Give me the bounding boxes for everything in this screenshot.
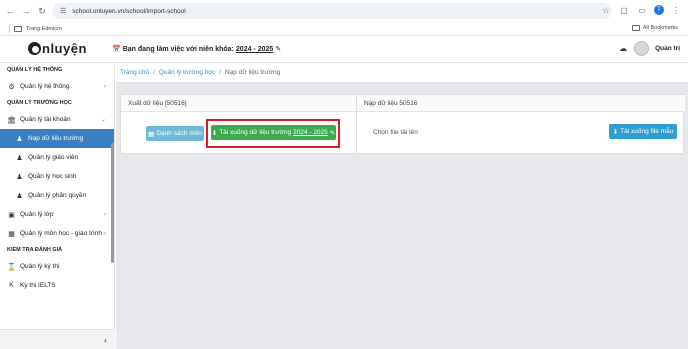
sidebar-item-label: Quản lý kỳ thi xyxy=(20,263,60,270)
edit-icon: ✎ xyxy=(329,129,336,137)
forward-icon[interactable]: → xyxy=(20,5,32,17)
collapse-sidebar-icon[interactable]: ‹ xyxy=(104,335,107,345)
download-template-label: Tải xuống file mẫu xyxy=(620,128,674,135)
users-icon: ♟ xyxy=(16,173,23,181)
sidebar-item-exams[interactable]: ⌛ Quản lý kỳ thi xyxy=(0,257,114,276)
tab-icon[interactable]: ▭ xyxy=(636,4,648,16)
data-card: Xuất dữ liệu [50516] Nạp dữ liệu 50516 ▦… xyxy=(120,94,685,154)
sidebar-item-label: Quản lý giáo viên xyxy=(28,154,79,161)
sidebar-item-classes[interactable]: ▣ Quản lý lớp ‹ xyxy=(0,205,114,224)
sidebar-item-label: Quản lý hệ thống xyxy=(20,83,70,90)
download-school-data-button[interactable]: ⬇ Tải xuống dữ liệu trường 2024 - 2025 ✎ xyxy=(211,125,336,140)
cloud-download-icon[interactable]: ☁ xyxy=(618,44,628,53)
school-year-label: Bạn đang làm việc với niên khóa: xyxy=(122,45,234,53)
sidebar-item-label: Kỳ thi IELTS xyxy=(20,282,56,289)
profile-avatar[interactable]: T xyxy=(654,5,664,15)
calendar-icon: 📅 xyxy=(112,46,121,53)
folder-icon xyxy=(631,25,640,31)
sidebar-section-school: QUẢN LÝ TRƯỜNG HỌC xyxy=(7,100,72,106)
browser-toolbar: ← → ↻ ☰ school.onluyen.vn/school/import-… xyxy=(0,0,688,22)
import-panel-title: Nạp dữ liệu 50516 xyxy=(356,95,685,112)
url-text: school.onluyen.vn/school/import-school xyxy=(72,7,186,15)
sidebar-item-label: Nạp dữ liệu trường xyxy=(28,135,84,142)
sidebar-item-permissions[interactable]: ♟ Quản lý phân quyền xyxy=(0,186,114,205)
sidebar-item-system[interactable]: ⚙ Quản lý hệ thống ‹ xyxy=(0,77,114,96)
reload-icon[interactable]: ↻ xyxy=(36,5,48,17)
download-template-button[interactable]: ⬇ Tải xuống file mẫu xyxy=(609,124,677,139)
bank-icon: 🏛 xyxy=(7,116,16,124)
choose-file-text[interactable]: Chọn file tải lên xyxy=(373,129,418,136)
class-icon: ▣ xyxy=(8,211,15,219)
sidebar-item-import-data[interactable]: ♟ Nạp dữ liệu trường xyxy=(0,129,114,148)
all-bookmarks-label: All Bookmarks xyxy=(642,25,678,31)
bookmarks-bar: Trang Edmicro All Bookmarks xyxy=(0,22,688,36)
menu-dots-icon[interactable]: ⋮ xyxy=(670,4,682,16)
sidebar-item-teachers[interactable]: ♟ Quản lý giáo viên xyxy=(0,148,114,167)
logo-mark xyxy=(28,42,41,55)
chevron-left-icon: ‹ xyxy=(104,211,106,218)
sidebar-item-label: Quản lý lớp xyxy=(20,211,54,218)
sidebar-footer: ‹ xyxy=(0,329,115,349)
download-icon: ⬇ xyxy=(612,128,619,136)
sidebar-item-subjects[interactable]: ▦ Quản lý môn học - giáo trình ‹ xyxy=(0,224,114,243)
user-name[interactable]: Quản trị xyxy=(655,45,680,52)
sidebar-item-label: Quản lý môn học - giáo trình xyxy=(20,230,103,237)
back-icon[interactable]: ← xyxy=(4,5,16,17)
site-settings-icon[interactable]: ☰ xyxy=(60,7,66,15)
download-button-label: Tải xuống dữ liệu trường xyxy=(219,129,292,136)
sidebar-item-label: Quản lý phân quyền xyxy=(28,192,87,199)
user-icon: ♟ xyxy=(16,135,23,143)
logo[interactable]: nluyện xyxy=(28,41,87,56)
chevron-left-icon: ‹ xyxy=(104,83,106,90)
extensions-icon[interactable]: ▢ xyxy=(618,4,630,16)
breadcrumb-home[interactable]: Trang chủ xyxy=(120,69,149,76)
download-button-year: 2024 - 2025 xyxy=(293,129,328,136)
avatar[interactable] xyxy=(634,41,650,56)
star-icon[interactable]: ☆ xyxy=(600,4,612,16)
book-icon: ▦ xyxy=(8,230,15,238)
sidebar-item-label: Quản lý học sinh xyxy=(28,173,77,180)
sidebar-section-system: QUẢN LÝ HỆ THỐNG xyxy=(7,67,63,73)
all-bookmarks[interactable]: All Bookmarks xyxy=(631,25,678,31)
sidebar-item-ielts[interactable]: K Kỳ thi IELTS xyxy=(0,276,114,295)
chevron-left-icon: ‹ xyxy=(104,230,106,237)
folder-icon xyxy=(14,25,22,32)
divider xyxy=(356,112,357,154)
logo-text: nluyện xyxy=(42,41,87,56)
breadcrumb-separator: / xyxy=(153,69,155,76)
edit-icon[interactable]: ✎ xyxy=(275,45,281,53)
school-year-value[interactable]: 2024 - 2025 xyxy=(236,46,273,53)
sidebar-item-students[interactable]: ♟ Quản lý học sinh xyxy=(0,167,114,186)
bookmark-folder[interactable]: Trang Edmicro xyxy=(14,25,62,32)
bookmark-folder-label: Trang Edmicro xyxy=(26,25,62,32)
breadcrumb-current: Nạp dữ liệu trường xyxy=(224,69,281,76)
user-key-icon: ♟ xyxy=(16,192,23,200)
teacher-icon: ♟ xyxy=(16,154,23,162)
sidebar-item-label: Quản lý tài khoản xyxy=(20,116,71,123)
sidebar-item-accounts[interactable]: 🏛 Quản lý tài khoản ⌄ xyxy=(0,110,114,129)
k-icon: K xyxy=(9,282,14,289)
breadcrumb-parent[interactable]: Quản lý trường học xyxy=(159,69,215,76)
subject-list-button[interactable]: ▦ Danh sách môn xyxy=(146,126,204,141)
hourglass-icon: ⌛ xyxy=(7,263,16,271)
address-bar[interactable]: ☰ school.onluyen.vn/school/import-school xyxy=(52,3,612,19)
app-header: nluyện 📅 Bạn đang làm việc với niên khóa… xyxy=(0,36,688,63)
main-content: Trang chủ / Quản lý trường học / Nạp dữ … xyxy=(116,63,688,349)
breadcrumb: Trang chủ / Quản lý trường học / Nạp dữ … xyxy=(116,63,688,83)
school-year: 📅 Bạn đang làm việc với niên khóa: 2024 … xyxy=(112,45,281,54)
gears-icon: ⚙ xyxy=(8,83,15,91)
table-icon: ▦ xyxy=(148,130,155,138)
sidebar: QUẢN LÝ HỆ THỐNG ⚙ Quản lý hệ thống ‹ QU… xyxy=(0,63,115,349)
breadcrumb-separator: / xyxy=(219,69,221,76)
export-panel-title: Xuất dữ liệu [50516] xyxy=(121,95,356,112)
divider xyxy=(9,25,10,33)
chevron-down-icon: ⌄ xyxy=(100,117,106,123)
download-icon: ⬇ xyxy=(211,129,218,137)
sidebar-scrollbar[interactable] xyxy=(111,143,114,263)
subject-list-label: Danh sách môn xyxy=(156,130,202,137)
sidebar-section-assessment: KIỂM TRA ĐÁNH GIÁ xyxy=(7,247,63,253)
